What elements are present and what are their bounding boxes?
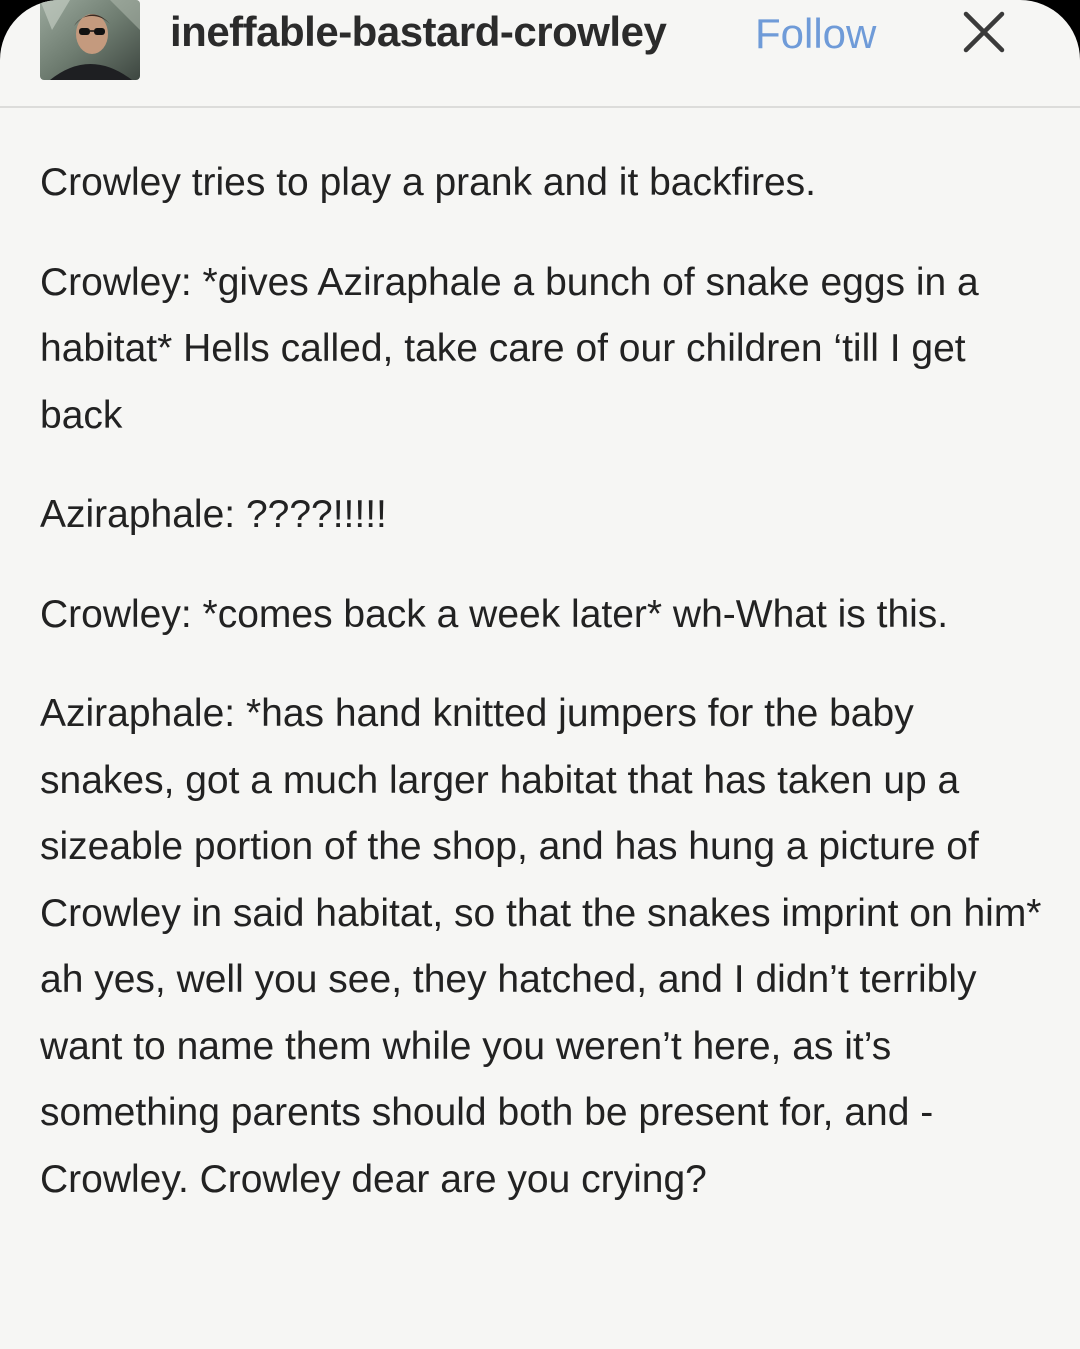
post-body: Crowley tries to play a prank and it bac…	[40, 150, 1050, 1246]
post-paragraph: Crowley: *comes back a week later* wh-Wh…	[40, 592, 949, 636]
post-paragraph: Aziraphale: ????!!!!!	[40, 493, 387, 536]
post-paragraph: Crowley tries to play a prank and it bac…	[40, 161, 817, 204]
author-username[interactable]: ineffable-bastard-crowley	[170, 8, 667, 56]
post-paragraph: Aziraphale: *has hand knitted jumpers fo…	[40, 692, 1042, 1201]
avatar[interactable]	[40, 0, 140, 80]
follow-button[interactable]: Follow	[755, 10, 876, 58]
post-header: ineffable-bastard-crowley Follow	[0, 0, 1080, 108]
close-icon[interactable]	[958, 6, 1010, 58]
post-paragraph: Crowley: *gives Aziraphale a bunch of sn…	[40, 260, 979, 437]
post-card: ineffable-bastard-crowley Follow Crowley…	[0, 0, 1080, 1349]
avatar-image	[40, 0, 140, 80]
